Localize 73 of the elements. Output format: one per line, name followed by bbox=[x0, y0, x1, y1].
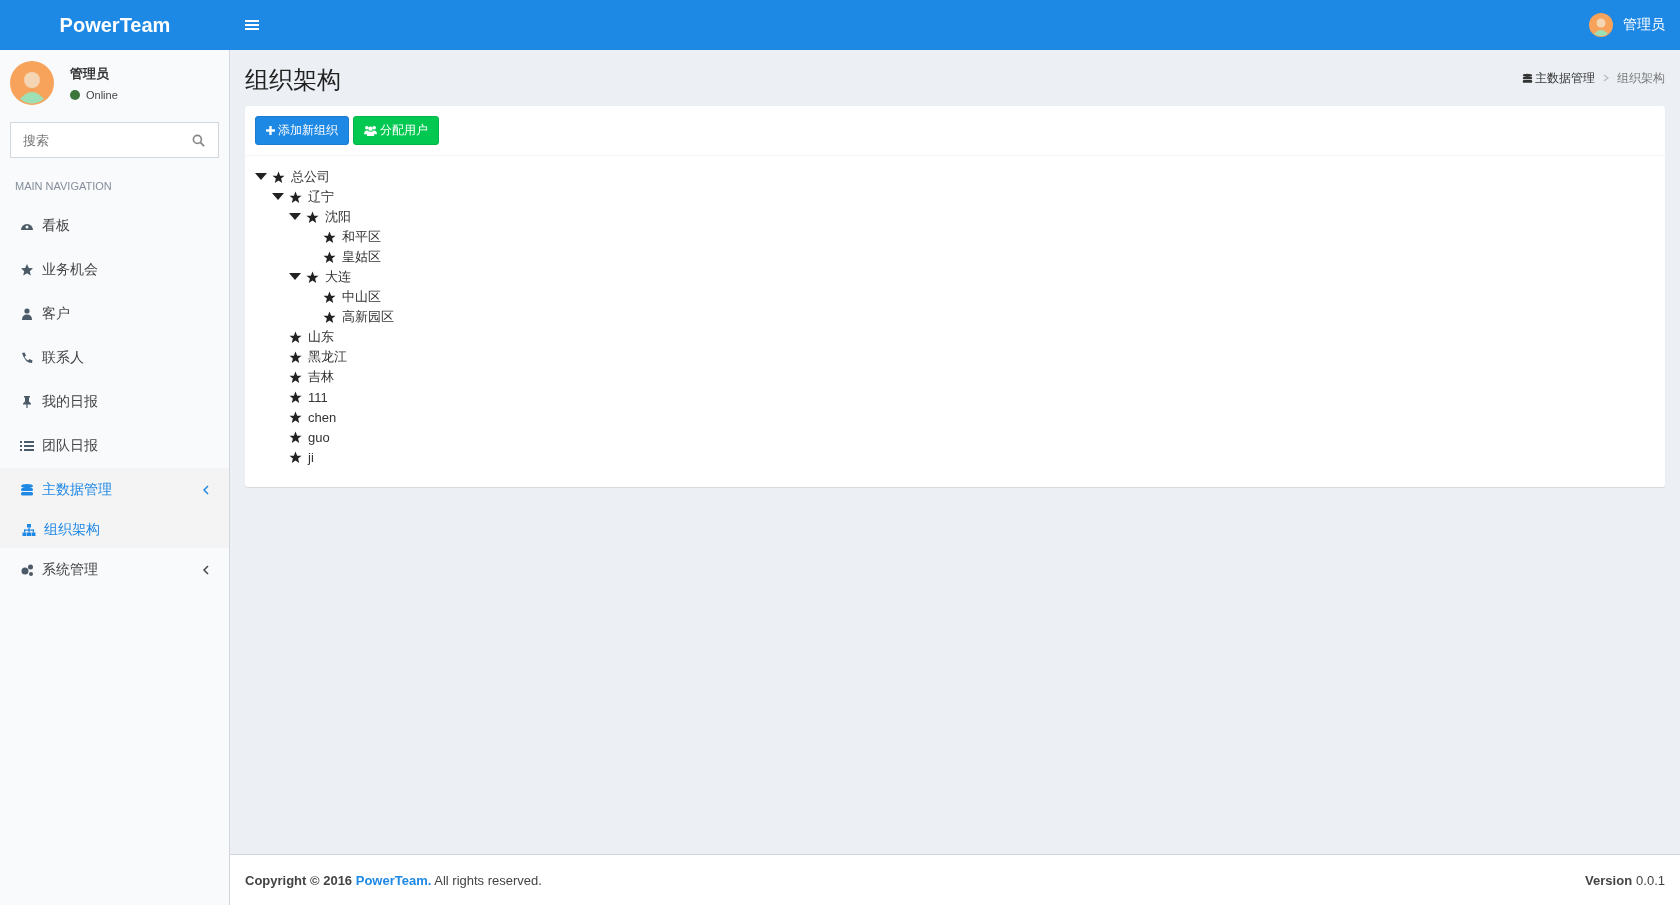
caret-icon[interactable] bbox=[289, 273, 301, 281]
nav-item[interactable]: 联系人 bbox=[0, 336, 229, 380]
star-icon bbox=[289, 450, 302, 464]
sitemap-icon bbox=[22, 523, 36, 537]
user-name: 管理员 bbox=[70, 65, 110, 83]
avatar-icon bbox=[10, 61, 54, 105]
version-number: 0.0.1 bbox=[1636, 872, 1665, 888]
star-icon bbox=[306, 210, 319, 224]
nav-item[interactable]: 业务机会 bbox=[0, 248, 229, 292]
star-icon bbox=[289, 190, 302, 204]
tree-node[interactable]: 皇姑区 bbox=[342, 248, 381, 266]
star-icon bbox=[289, 410, 302, 424]
status-text: Online bbox=[86, 89, 118, 101]
star-icon bbox=[289, 350, 302, 364]
plus-icon bbox=[266, 126, 275, 135]
user-name[interactable]: 管理员 bbox=[1623, 16, 1665, 34]
powerteam-link[interactable]: PowerTeam. bbox=[355, 872, 432, 888]
app-logo[interactable]: PowerTeam bbox=[0, 13, 230, 37]
tree-node[interactable]: 辽宁 bbox=[308, 188, 334, 206]
pin-icon bbox=[20, 395, 34, 409]
tree-node[interactable]: 山东 bbox=[308, 328, 334, 346]
list-icon bbox=[20, 439, 34, 453]
breadcrumb-link[interactable]: 组织架构 bbox=[1617, 69, 1665, 87]
tree-node[interactable]: 沈阳 bbox=[325, 208, 351, 226]
chevron-icon bbox=[1603, 74, 1609, 82]
tree-node[interactable]: ji bbox=[308, 449, 314, 465]
tree-node[interactable]: 中山区 bbox=[342, 288, 381, 306]
tree-node[interactable]: 总公司 bbox=[291, 168, 330, 186]
star-icon bbox=[20, 263, 34, 277]
tree-node[interactable]: chen bbox=[308, 409, 337, 425]
users-icon bbox=[364, 125, 377, 136]
nav-item[interactable]: 我的日报 bbox=[0, 380, 229, 424]
star-icon bbox=[289, 330, 302, 344]
search-icon[interactable] bbox=[192, 134, 205, 147]
tree-node[interactable]: guo bbox=[308, 429, 330, 445]
copyright-text: Copyright © 2016 PowerTeam. All rights reserved. bbox=[245, 872, 542, 888]
caret-icon[interactable] bbox=[272, 193, 284, 201]
menu-icon[interactable] bbox=[245, 19, 259, 31]
star-icon bbox=[289, 430, 302, 444]
user-icon bbox=[20, 307, 34, 321]
database-icon bbox=[20, 483, 34, 497]
star-icon bbox=[289, 370, 302, 384]
nav-item[interactable]: 系统管理 bbox=[0, 548, 229, 592]
tree-node[interactable]: 大连 bbox=[325, 268, 351, 286]
add-button[interactable]: 添加新组织 bbox=[255, 116, 349, 145]
nav-item[interactable]: 看板 bbox=[0, 204, 229, 248]
chevron-icon bbox=[203, 565, 209, 575]
tree-node[interactable]: 和平区 bbox=[342, 228, 381, 246]
tree-node[interactable]: 黑龙江 bbox=[308, 348, 347, 366]
tree-node[interactable]: 吉林 bbox=[308, 368, 334, 386]
breadcrumb-link[interactable]: 主数据管理 bbox=[1522, 69, 1595, 87]
star-icon bbox=[289, 390, 302, 404]
database-icon bbox=[1522, 72, 1533, 84]
tree-node[interactable]: 高新园区 bbox=[342, 308, 394, 326]
section-title: MAIN NAVIGATION bbox=[14, 179, 113, 194]
caret-icon[interactable] bbox=[289, 213, 301, 221]
search-field[interactable]: 搜索 bbox=[10, 122, 219, 158]
star-icon bbox=[323, 290, 336, 304]
star-icon bbox=[306, 270, 319, 284]
star-icon bbox=[323, 310, 336, 324]
avatar-icon[interactable] bbox=[1589, 13, 1613, 37]
tree-node[interactable]: 111 bbox=[308, 389, 328, 405]
phone-icon bbox=[20, 351, 34, 365]
star-icon bbox=[272, 170, 285, 184]
chevron-icon bbox=[203, 485, 209, 495]
nav-item[interactable]: 主数据管理 bbox=[0, 468, 229, 512]
star-icon bbox=[323, 230, 336, 244]
nav-item[interactable]: 客户 bbox=[0, 292, 229, 336]
nav-item[interactable]: 团队日报 bbox=[0, 424, 229, 468]
caret-icon[interactable] bbox=[255, 173, 267, 181]
version-label: Version bbox=[1585, 872, 1633, 888]
page-title: 组织架构 bbox=[245, 65, 341, 95]
star-icon bbox=[323, 250, 336, 264]
